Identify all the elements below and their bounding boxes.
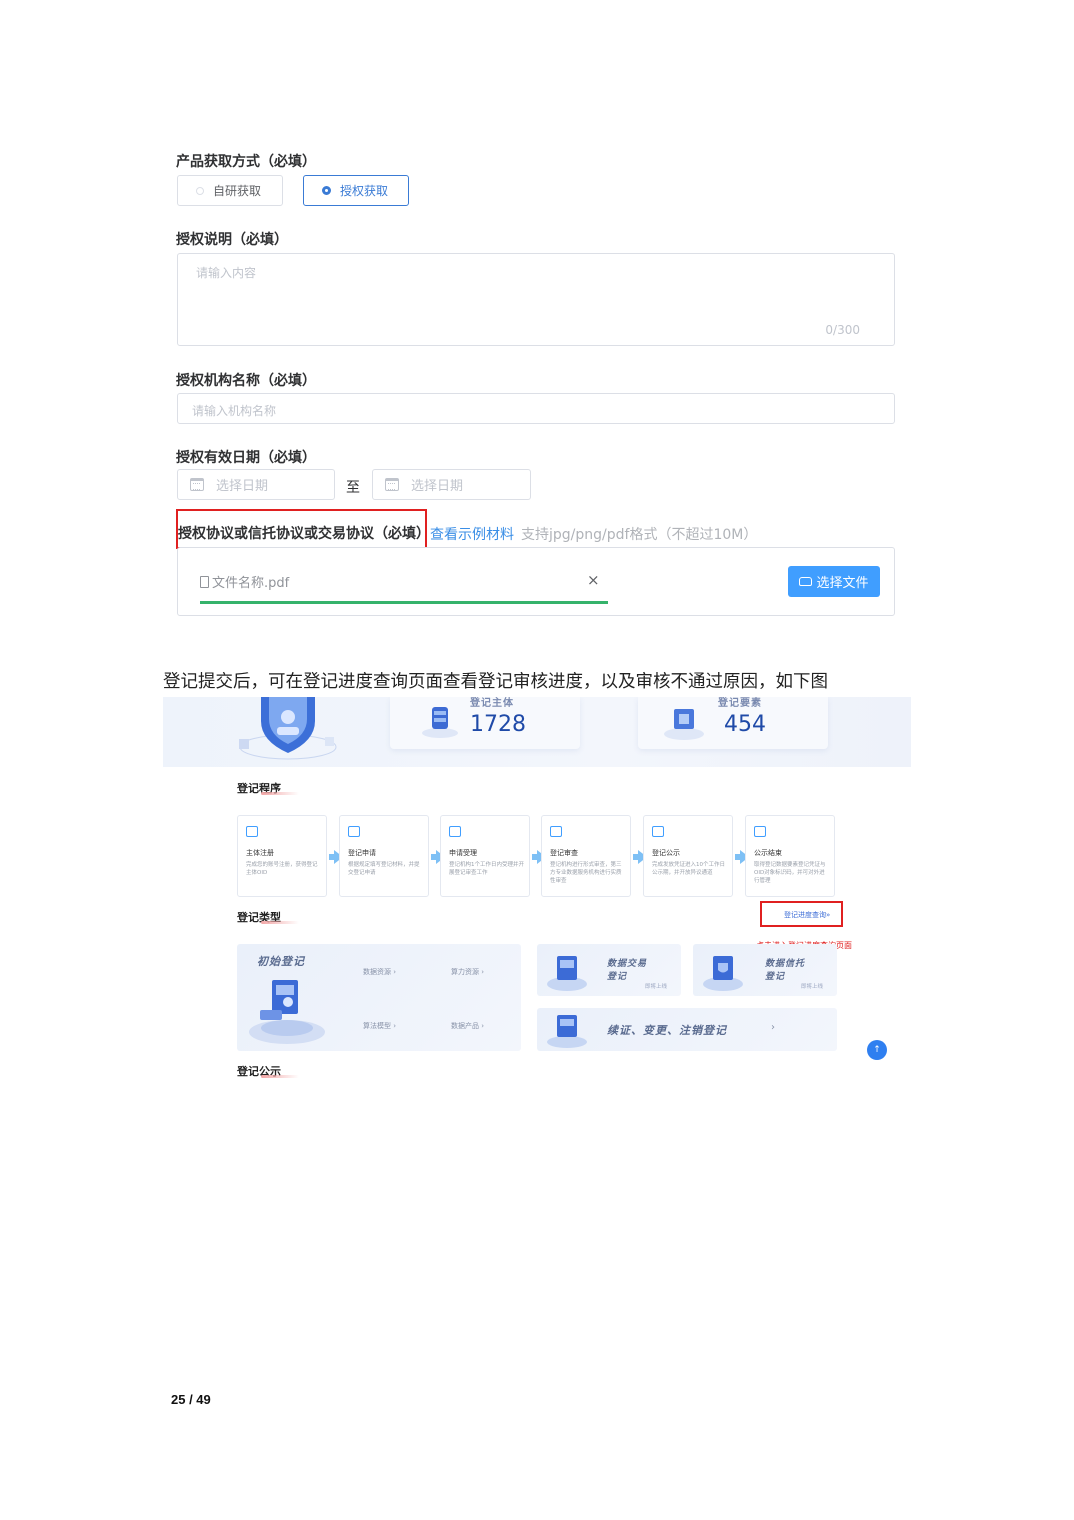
step-title: 登记申请 bbox=[348, 849, 376, 857]
trade-registration-panel[interactable]: 数据交易 登记 即将上线 bbox=[537, 944, 681, 996]
agreement-label: 授权协议或信托协议或交易协议（必填） bbox=[178, 526, 430, 542]
step-icon bbox=[550, 826, 562, 837]
stat-element-title: 登记要素 bbox=[718, 698, 762, 709]
step-title: 申请受理 bbox=[449, 849, 477, 857]
auth-date-label: 授权有效日期（必填） bbox=[176, 450, 316, 466]
procedure-step-card: 登记审查登记机构进行形式审查，第三方专业数据服务机构进行实质性审查 bbox=[541, 815, 631, 897]
trust-coming-soon: 即将上线 bbox=[801, 984, 824, 990]
initial-registration-panel[interactable]: 初始登记 数据资源 › 算力资源 › 算法模型 › 数据产品 › bbox=[237, 944, 521, 1051]
trust-title-1: 数据信托 bbox=[765, 959, 806, 969]
radio-label: 授权获取 bbox=[340, 184, 389, 198]
section-underline bbox=[261, 792, 299, 795]
file-icon bbox=[200, 575, 209, 588]
initial-illustration bbox=[249, 980, 325, 1044]
section-underline bbox=[261, 921, 299, 924]
auth-org-placeholder: 请输入机构名称 bbox=[192, 404, 277, 418]
section-underline bbox=[261, 1075, 299, 1078]
format-hint: 支持jpg/png/pdf格式（不超过10M） bbox=[521, 527, 758, 543]
sample-material-link[interactable]: 查看示例材料 bbox=[430, 524, 514, 544]
procedure-step-card: 登记申请根据规定填写登记材料，并提交登记申请 bbox=[339, 815, 429, 897]
file-name: 文件名称.pdf bbox=[212, 576, 290, 591]
calendar-icon bbox=[385, 478, 399, 491]
date-start-placeholder: 选择日期 bbox=[216, 479, 269, 494]
initial-link-data-resource[interactable]: 数据资源 › bbox=[363, 967, 396, 977]
date-start-input[interactable]: 选择日期 bbox=[177, 469, 335, 500]
step-description: 取得登记数据要素登记凭证与OID对象标识码，并可对外进行管理 bbox=[754, 862, 826, 884]
initial-link-algorithm-model[interactable]: 算法模型 › bbox=[363, 1021, 396, 1031]
stat-element-value: 454 bbox=[724, 712, 766, 737]
step-description: 完成您的账号注册，获得登记主体OID bbox=[246, 862, 318, 876]
trade-title-1: 数据交易 bbox=[607, 959, 648, 969]
radio-authorized[interactable]: 授权获取 bbox=[303, 175, 409, 206]
stat-subject-value: 1728 bbox=[470, 712, 526, 737]
step-icon bbox=[246, 826, 258, 837]
renew-registration-panel[interactable]: 续证、变更、注销登记 › bbox=[537, 1008, 837, 1051]
step-description: 登记机构进行形式审查，第三方专业数据服务机构进行实质性审查 bbox=[550, 862, 622, 884]
radio-unchecked-icon bbox=[196, 186, 204, 195]
radio-checked-icon bbox=[322, 186, 331, 195]
date-end-placeholder: 选择日期 bbox=[411, 479, 464, 494]
arrow-up-icon: ↑ bbox=[873, 1045, 881, 1055]
procedure-step-card: 登记公示完成发放凭证进入10个工作日公示期，并开放异议通道 bbox=[643, 815, 733, 897]
procedure-step-card: 申请受理登记机构1个工作日内受理并开展登记审查工作 bbox=[440, 815, 530, 897]
renew-chevron-icon: › bbox=[771, 1022, 775, 1033]
upload-icon bbox=[799, 577, 813, 586]
date-separator: 至 bbox=[346, 480, 360, 496]
acquisition-label: 产品获取方式（必填） bbox=[176, 154, 316, 170]
upload-progress-track bbox=[200, 601, 608, 604]
chip-icon bbox=[664, 709, 704, 740]
auth-org-label: 授权机构名称（必填） bbox=[176, 373, 316, 389]
auth-desc-textarea[interactable]: 请输入内容 0/300 bbox=[177, 253, 895, 346]
page-number: 25 / 49 bbox=[171, 1392, 211, 1407]
back-to-top-button[interactable]: ↑ bbox=[867, 1040, 887, 1060]
remove-file-icon[interactable]: × bbox=[587, 571, 600, 589]
step-description: 根据规定填写登记材料，并提交登记申请 bbox=[348, 862, 420, 876]
trade-coming-soon: 即将上线 bbox=[645, 984, 668, 990]
upload-progress-bar bbox=[200, 601, 608, 604]
step-title: 登记公示 bbox=[652, 849, 680, 857]
initial-link-compute-resource[interactable]: 算力资源 › bbox=[451, 967, 484, 977]
radio-self-developed[interactable]: 自研获取 bbox=[177, 175, 283, 206]
step-title: 主体注册 bbox=[246, 849, 274, 857]
auth-desc-placeholder: 请输入内容 bbox=[196, 266, 257, 280]
step-title: 登记审查 bbox=[550, 849, 578, 857]
step-description: 完成发放凭证进入10个工作日公示期，并开放异议通道 bbox=[652, 862, 725, 876]
step-icon bbox=[754, 826, 766, 837]
step-icon bbox=[348, 826, 360, 837]
char-counter: 0/300 bbox=[825, 323, 860, 337]
procedure-step-card: 主体注册完成您的账号注册，获得登记主体OID bbox=[237, 815, 327, 897]
date-end-input[interactable]: 选择日期 bbox=[372, 469, 531, 500]
embedded-screenshot: 登记主体 1728 登记要素 454 登记程序 主体注册 完成您的账号注册，获得登… bbox=[163, 697, 911, 1084]
calendar-icon bbox=[190, 478, 204, 491]
renew-icon bbox=[547, 1015, 587, 1048]
file-item: 文件名称.pdf bbox=[200, 572, 289, 591]
radio-label: 自研获取 bbox=[213, 184, 262, 198]
auth-org-input[interactable]: 请输入机构名称 bbox=[177, 393, 895, 424]
trust-icon bbox=[703, 956, 743, 991]
trust-registration-panel[interactable]: 数据信托 登记 即将上线 bbox=[693, 944, 837, 996]
initial-link-data-product[interactable]: 数据产品 › bbox=[451, 1021, 484, 1031]
upload-panel: 文件名称.pdf × 选择文件 bbox=[177, 547, 895, 616]
trade-icon bbox=[547, 956, 587, 991]
server-icon bbox=[422, 707, 458, 738]
step-description: 登记机构1个工作日内受理并开展登记审查工作 bbox=[449, 862, 525, 876]
step-title: 公示结束 bbox=[754, 849, 782, 857]
caption-text: 登记提交后，可在登记进度查询页面查看登记审核进度，以及审核不通过原因，如下图 bbox=[163, 672, 828, 692]
renew-title: 续证、变更、注销登记 bbox=[607, 1024, 727, 1037]
shield-illustration bbox=[239, 697, 337, 760]
stat-card-subject: 登记主体 1728 bbox=[390, 697, 580, 749]
select-file-button[interactable]: 选择文件 bbox=[788, 566, 880, 597]
select-file-label: 选择文件 bbox=[816, 576, 869, 591]
step-icon bbox=[449, 826, 461, 837]
stat-card-element: 登记要素 454 bbox=[638, 697, 828, 749]
trust-title-2: 登记 bbox=[765, 972, 786, 982]
procedure-step-card: 公示结束取得登记数据要素登记凭证与OID对象标识码，并可对外进行管理 bbox=[745, 815, 835, 897]
progress-query-link[interactable]: 登记进度查询» bbox=[784, 910, 830, 920]
trade-title-2: 登记 bbox=[607, 972, 628, 982]
stat-subject-title: 登记主体 bbox=[470, 698, 514, 709]
auth-desc-label: 授权说明（必填） bbox=[176, 232, 288, 248]
step-icon bbox=[652, 826, 664, 837]
